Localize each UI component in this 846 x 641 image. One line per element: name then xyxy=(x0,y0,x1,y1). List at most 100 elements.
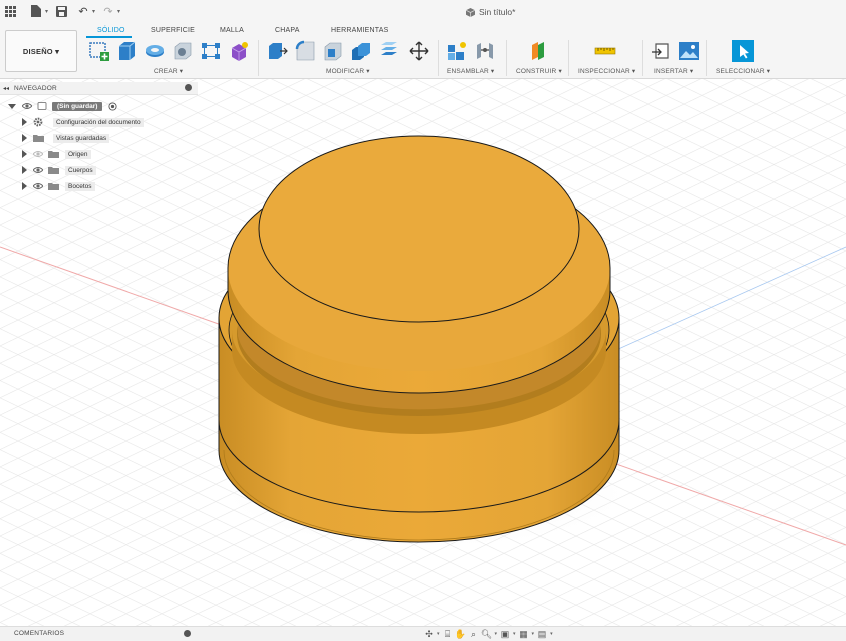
navigator-item-label: Bocetos xyxy=(65,181,95,191)
insert-canvas-icon[interactable] xyxy=(678,40,700,62)
active-tab-indicator xyxy=(86,36,132,38)
document-cube-icon xyxy=(466,7,475,17)
data-panel-grid-icon[interactable] xyxy=(3,4,17,18)
zoom-window-icon[interactable]: 🔍︎ xyxy=(481,629,492,639)
navigator-item-label: Configuración del documento xyxy=(53,117,144,127)
workspace-switcher[interactable]: DISEÑO ▾ xyxy=(5,30,77,72)
hole-icon[interactable] xyxy=(172,40,194,62)
tab-superficie[interactable]: SUPERFICIE xyxy=(151,27,195,34)
navigator-item-label: Cuerpos xyxy=(65,165,96,175)
navigator-root-label: (Sin guardar) xyxy=(52,101,103,111)
canvas-viewport[interactable] xyxy=(0,79,846,626)
toolbar-divider xyxy=(506,40,507,76)
group-modificar[interactable]: MODIFICAR ▾ xyxy=(326,67,370,75)
eye-icon[interactable] xyxy=(22,102,32,110)
expand-triangle-icon[interactable] xyxy=(22,182,27,190)
form-icon[interactable] xyxy=(228,40,250,62)
zoom-icon[interactable]: ⌕ xyxy=(469,629,479,639)
navigator-root-row[interactable]: (Sin guardar) xyxy=(8,99,118,113)
group-seleccionar[interactable]: SELECCIONAR ▾ xyxy=(716,67,770,75)
toolbar-divider xyxy=(438,40,439,76)
tab-malla[interactable]: MALLA xyxy=(220,27,244,34)
toolbar-divider xyxy=(258,40,259,76)
navigator-item[interactable]: Origen xyxy=(22,147,91,161)
offset-plane-icon[interactable] xyxy=(528,40,550,62)
shell-icon[interactable] xyxy=(322,40,344,62)
save-icon[interactable] xyxy=(54,4,68,18)
eye-icon[interactable] xyxy=(33,182,43,190)
extrude-icon[interactable] xyxy=(116,40,138,62)
move-copy-icon[interactable] xyxy=(408,40,430,62)
expand-triangle-icon[interactable] xyxy=(22,150,27,158)
navigator-item-label: Origen xyxy=(65,149,91,159)
expand-triangle-icon[interactable] xyxy=(22,134,27,142)
orbit-icon[interactable]: ✣ xyxy=(424,629,434,639)
eye-icon[interactable] xyxy=(33,166,43,174)
measure-icon[interactable] xyxy=(594,40,616,62)
tab-chapa[interactable]: CHAPA xyxy=(275,27,300,34)
file-menu-icon[interactable] xyxy=(29,4,43,18)
collapse-panel-icon[interactable]: ◂◂ xyxy=(3,85,9,92)
toolbar-divider xyxy=(706,40,707,76)
navigator-item[interactable]: Vistas guardadas xyxy=(22,131,110,145)
press-pull-icon[interactable] xyxy=(266,40,288,62)
navigator-title: NAVEGADOR xyxy=(14,84,57,92)
grid-settings-icon[interactable]: ▦ xyxy=(519,629,529,639)
expand-triangle-icon[interactable] xyxy=(22,166,27,174)
tab-solido[interactable]: SÓLIDO xyxy=(97,27,125,34)
navigator-header[interactable]: ◂◂ NAVEGADOR xyxy=(0,82,198,95)
create-sketch-icon[interactable] xyxy=(88,40,110,62)
chevron-down-icon[interactable]: ▾ xyxy=(92,8,95,15)
new-component-icon[interactable] xyxy=(446,40,468,62)
select-icon[interactable] xyxy=(732,40,754,62)
workspace-label: DISEÑO ▾ xyxy=(22,46,60,56)
pattern-icon[interactable] xyxy=(200,40,222,62)
document-title-text: Sin título* xyxy=(479,7,516,17)
pan-hand-icon[interactable]: ✋ xyxy=(455,629,466,639)
fillet-icon[interactable] xyxy=(294,40,316,62)
expand-triangle-icon[interactable] xyxy=(8,103,16,109)
display-settings-icon[interactable]: ▣ xyxy=(500,629,510,639)
panel-options-icon[interactable] xyxy=(185,84,192,91)
viewports-icon[interactable]: ▤ xyxy=(537,629,547,639)
chevron-down-icon[interactable]: ▾ xyxy=(513,631,516,637)
revolve-icon[interactable] xyxy=(144,40,166,62)
chevron-down-icon[interactable]: ▾ xyxy=(117,8,120,15)
look-at-icon[interactable]: ⌸ xyxy=(443,629,453,639)
model-body[interactable] xyxy=(218,135,620,543)
folder-icon xyxy=(33,135,44,142)
expand-triangle-icon[interactable] xyxy=(22,118,27,126)
comments-options-icon[interactable] xyxy=(184,630,191,637)
comments-label[interactable]: COMENTARIOS xyxy=(14,630,64,637)
group-ensamblar[interactable]: ENSAMBLAR ▾ xyxy=(447,67,494,75)
combine-icon[interactable] xyxy=(350,40,372,62)
insert-derive-icon[interactable] xyxy=(650,40,672,62)
navigator-item-label: Vistas guardadas xyxy=(53,133,110,143)
navigator-item[interactable]: Configuración del documento xyxy=(22,115,144,129)
undo-icon[interactable]: ↶ xyxy=(76,4,90,18)
group-inspeccionar[interactable]: INSPECCIONAR ▾ xyxy=(578,67,635,75)
group-construir[interactable]: CONSTRUIR ▾ xyxy=(516,67,562,75)
group-crear[interactable]: CREAR ▾ xyxy=(154,67,183,75)
navigator-item[interactable]: Bocetos xyxy=(22,179,95,193)
ribbon-toolbar: DISEÑO ▾ SÓLIDO SUPERFICIE MALLA CHAPA H… xyxy=(0,24,846,79)
eye-hidden-icon[interactable] xyxy=(33,150,43,158)
redo-icon[interactable]: ↷ xyxy=(101,4,115,18)
folder-icon xyxy=(48,167,59,174)
tab-herramientas[interactable]: HERRAMIENTAS xyxy=(331,27,389,34)
navigator-item[interactable]: Cuerpos xyxy=(22,163,96,177)
toolbar-divider xyxy=(568,40,569,76)
chevron-down-icon[interactable]: ▾ xyxy=(532,631,535,637)
activate-radio-icon[interactable] xyxy=(108,101,118,111)
joint-icon[interactable] xyxy=(474,40,496,62)
chevron-down-icon[interactable]: ▾ xyxy=(437,631,440,637)
toolbar-divider xyxy=(642,40,643,76)
document-icon xyxy=(37,102,47,110)
chevron-down-icon[interactable]: ▾ xyxy=(45,8,48,15)
chevron-down-icon[interactable]: ▾ xyxy=(495,631,498,637)
group-insertar[interactable]: INSERTAR ▾ xyxy=(654,67,693,75)
chevron-down-icon[interactable]: ▾ xyxy=(550,631,553,637)
document-title: Sin título* xyxy=(466,7,515,17)
offset-face-icon[interactable] xyxy=(378,40,400,62)
quick-access-bar: ▾ ↶ ▾ ↷ ▾ Sin título* xyxy=(0,0,846,25)
